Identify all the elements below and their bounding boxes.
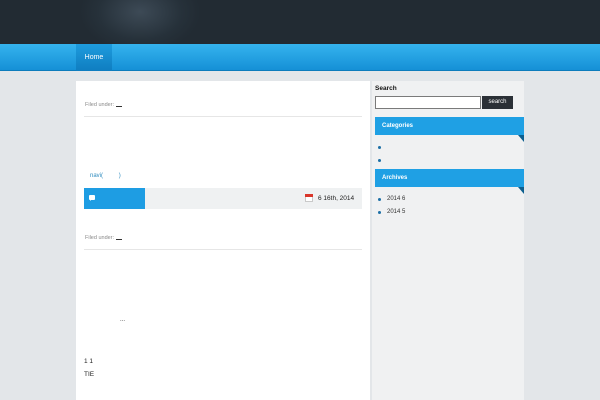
post-filed-under: Filed under: [85, 102, 123, 108]
categories-list [378, 142, 387, 168]
site-header [0, 0, 600, 44]
nav-home-link[interactable]: Home [76, 44, 112, 71]
sidebar: Search search Categories Archives 2014 6… [372, 81, 524, 400]
filed-under-label: Filed under: [85, 102, 115, 108]
post-navi: navi( ) [90, 173, 121, 179]
calendar-icon [305, 194, 313, 202]
comment-icon [89, 195, 95, 201]
comments-link[interactable] [84, 188, 145, 209]
divider [84, 116, 362, 117]
post-excerpt-ellipsis: ... [120, 317, 126, 323]
divider [84, 249, 362, 250]
post-text-line: TIE [84, 371, 95, 378]
filed-under-label: Filed under: [85, 235, 115, 241]
post-filed-under: Filed under: [85, 235, 123, 241]
archives-widget-title: Archives [375, 169, 524, 194]
content-area: Filed under: navi( ) 6 16th, 2014 Filed … [76, 81, 370, 400]
category-item[interactable] [378, 155, 387, 168]
search-widget-title: Search [375, 85, 397, 92]
navi-close-paren: ) [118, 173, 121, 179]
post-meta-bar: 6 16th, 2014 [84, 188, 362, 209]
post-date: 6 16th, 2014 [318, 195, 355, 202]
categories-widget-title: Categories [375, 117, 524, 142]
navi-label[interactable]: navi( [90, 173, 103, 179]
search-button[interactable]: search [482, 96, 513, 109]
archive-item[interactable]: 2014 5 [378, 207, 405, 220]
category-item[interactable] [378, 142, 387, 155]
category-link[interactable] [116, 235, 123, 240]
search-input[interactable] [375, 96, 481, 109]
main-nav: Home [0, 44, 600, 71]
archive-item[interactable]: 2014 6 [378, 194, 405, 207]
category-link[interactable] [116, 102, 123, 107]
post-text-line: 1 1 [84, 358, 94, 365]
archives-list: 2014 6 2014 5 [378, 194, 405, 220]
